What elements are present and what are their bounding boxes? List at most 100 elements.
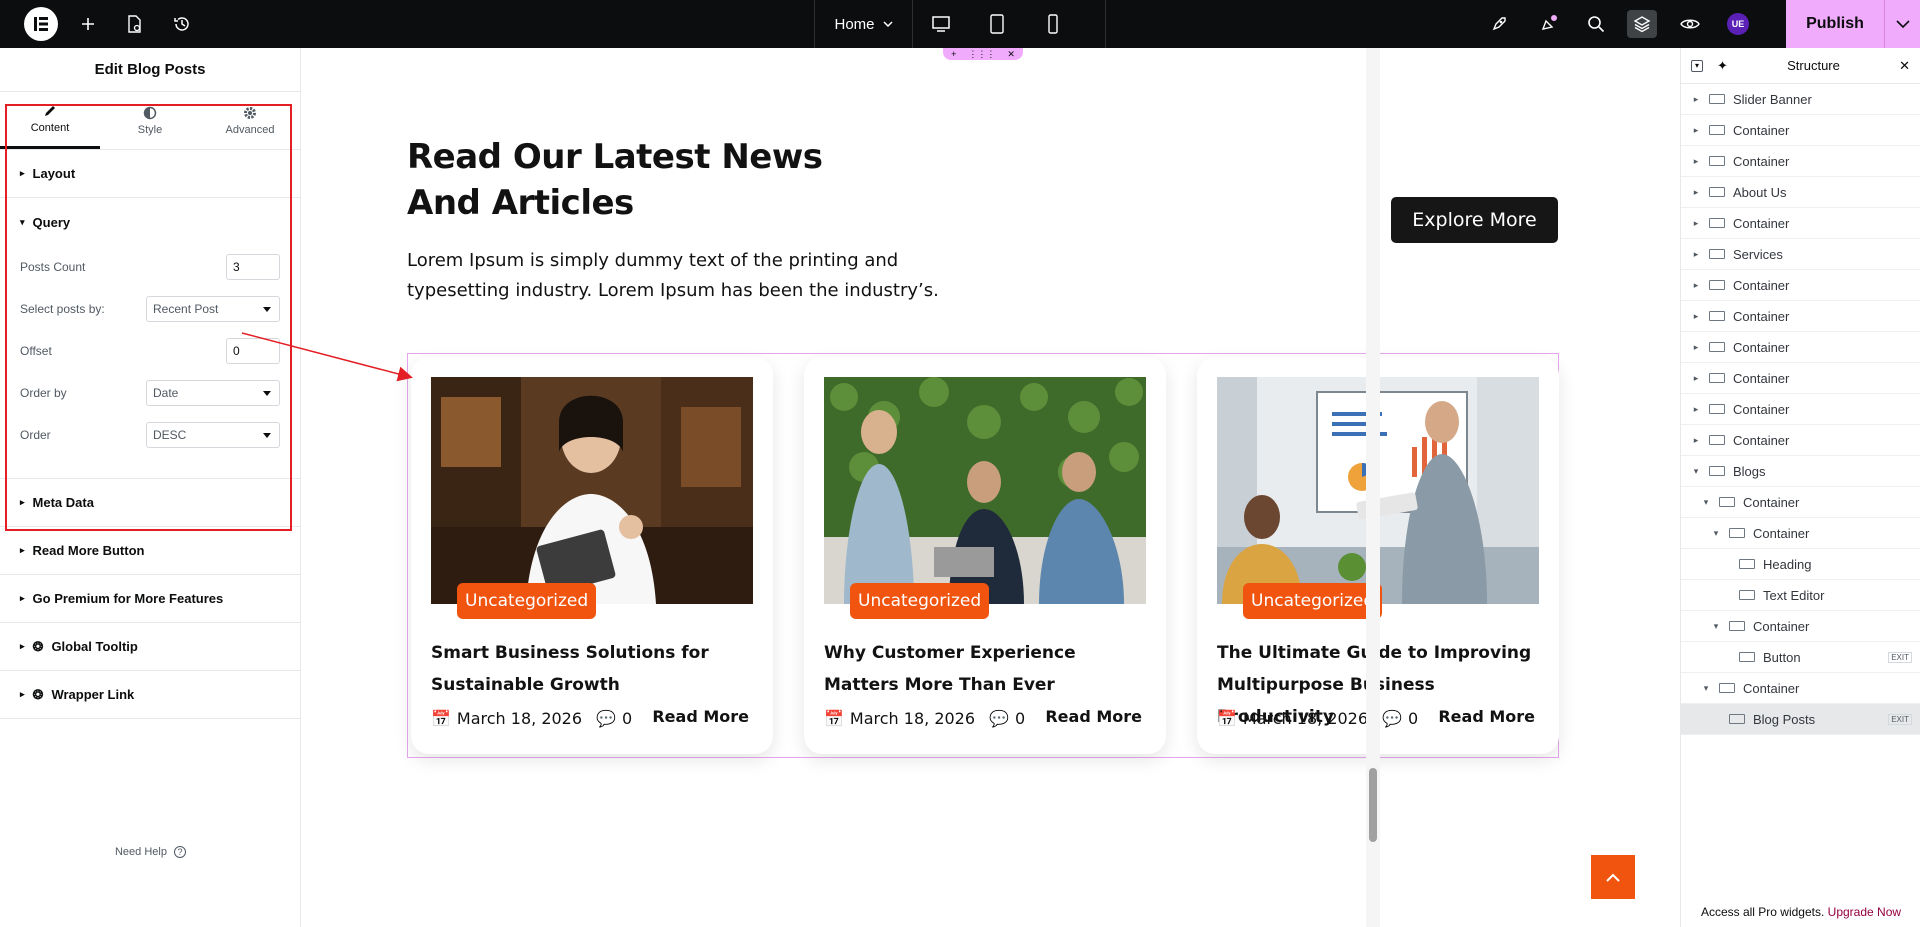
caret-right-icon[interactable]: ▸ — [1691, 156, 1701, 167]
offset-input[interactable]: 0 — [226, 338, 280, 364]
tab-advanced[interactable]: Advanced — [200, 92, 300, 149]
category-badge[interactable]: Uncategorized — [850, 583, 990, 619]
page-selector[interactable]: Home — [815, 0, 913, 48]
caret-right-icon[interactable]: ▸ — [1691, 280, 1701, 291]
exit-badge[interactable]: EXIT — [1888, 713, 1912, 725]
caret-down-icon[interactable]: ▾ — [1711, 528, 1721, 539]
scrollbar-thumb[interactable] — [1369, 768, 1377, 842]
read-more-link[interactable]: Read More — [652, 707, 749, 726]
structure-tree-item[interactable]: Blog Posts EXIT — [1681, 704, 1920, 735]
structure-tree-item[interactable]: ▾ Blogs — [1681, 456, 1920, 487]
history-icon[interactable] — [170, 12, 194, 36]
mobile-view-icon[interactable] — [1025, 0, 1081, 48]
caret-right-icon[interactable]: ▸ — [1691, 311, 1701, 322]
preview-eye-icon[interactable] — [1675, 10, 1705, 38]
structure-tree-item[interactable]: ▸ Container — [1681, 332, 1920, 363]
posts-count-input[interactable]: 3 — [226, 254, 280, 280]
tablet-view-icon[interactable] — [969, 0, 1025, 48]
structure-tree-item[interactable]: ▾ Container — [1681, 518, 1920, 549]
caret-right-icon[interactable]: ▸ — [1691, 373, 1701, 384]
section-global-tooltip[interactable]: ▸ ❂ Global Tooltip — [0, 623, 300, 671]
structure-tree-item[interactable]: ▸ Services — [1681, 239, 1920, 270]
structure-tree-item[interactable]: ▸ Container — [1681, 146, 1920, 177]
container-icon — [1709, 249, 1725, 259]
post-image[interactable] — [824, 377, 1146, 604]
drag-dots-icon[interactable]: ⋮⋮⋮ — [968, 49, 995, 60]
section-read-more-button[interactable]: ▸ Read More Button — [0, 527, 300, 575]
structure-tree-item[interactable]: ▸ Container — [1681, 301, 1920, 332]
section-query[interactable]: ▾ Query — [0, 198, 300, 246]
section-go-premium[interactable]: ▸ Go Premium for More Features — [0, 575, 300, 623]
notifications-icon[interactable] — [1534, 10, 1564, 38]
caret-right-icon[interactable]: ▸ — [1691, 187, 1701, 198]
explore-more-button[interactable]: Explore More — [1391, 197, 1558, 243]
close-icon[interactable]: ✕ — [1007, 49, 1015, 60]
read-more-link[interactable]: Read More — [1438, 707, 1535, 726]
section-handle[interactable]: + ⋮⋮⋮ ✕ — [943, 48, 1023, 60]
section-wrapper-link[interactable]: ▸ ❂ Wrapper Link — [0, 671, 300, 719]
caret-down-icon[interactable]: ▾ — [1711, 621, 1721, 632]
caret-right-icon[interactable]: ▸ — [1691, 435, 1701, 446]
structure-tree-item[interactable]: ▾ Container — [1681, 611, 1920, 642]
section-layout[interactable]: ▸ Layout — [0, 150, 300, 198]
structure-tree-item[interactable]: ▸ Container — [1681, 208, 1920, 239]
collapse-all-icon[interactable]: ▾ — [1691, 59, 1703, 72]
scroll-to-top-button[interactable] — [1591, 855, 1635, 899]
caret-down-icon[interactable]: ▾ — [1701, 683, 1711, 694]
blog-card[interactable]: Uncategorized Smart Business Solutions f… — [411, 357, 773, 754]
caret-right-icon[interactable]: ▸ — [1691, 125, 1701, 136]
read-more-link[interactable]: Read More — [1045, 707, 1142, 726]
need-help-link[interactable]: Need Help ? — [0, 846, 301, 858]
canvas-scrollbar[interactable] — [1366, 48, 1380, 927]
structure-tree-item[interactable]: ▸ Slider Banner — [1681, 84, 1920, 115]
caret-down-icon[interactable]: ▾ — [1701, 497, 1711, 508]
tab-style[interactable]: Style — [100, 92, 200, 149]
caret-right-icon[interactable]: ▸ — [1691, 249, 1701, 260]
structure-tree-item[interactable]: ▸ About Us — [1681, 177, 1920, 208]
desktop-view-icon[interactable] — [913, 0, 969, 48]
publish-options-chevron-icon[interactable] — [1885, 20, 1920, 28]
category-badge[interactable]: Uncategorized — [457, 583, 597, 619]
select-posts-by-dropdown[interactable]: Recent Post — [146, 296, 280, 322]
caret-right-icon[interactable]: ▸ — [1691, 404, 1701, 415]
elementor-logo-icon[interactable] — [24, 7, 58, 41]
caret-right-icon[interactable]: ▸ — [1691, 342, 1701, 353]
order-by-dropdown[interactable]: Date — [146, 380, 280, 406]
user-avatar[interactable]: UE — [1723, 10, 1753, 38]
search-icon[interactable] — [1581, 10, 1611, 38]
structure-tree-item[interactable]: ▸ Container — [1681, 115, 1920, 146]
rocket-icon[interactable] — [1484, 10, 1514, 38]
post-title[interactable]: Why Customer Experience Matters More Tha… — [824, 637, 1154, 701]
exit-badge[interactable]: EXIT — [1888, 651, 1912, 663]
close-icon[interactable]: ✕ — [1899, 58, 1910, 74]
publish-button[interactable]: Publish — [1786, 15, 1884, 33]
structure-tree-item[interactable]: ▾ Container — [1681, 673, 1920, 704]
structure-tree-item[interactable]: ▸ Container — [1681, 363, 1920, 394]
category-badge[interactable]: Uncategorized — [1243, 583, 1383, 619]
post-image[interactable] — [431, 377, 753, 604]
structure-tree-item[interactable]: Heading — [1681, 549, 1920, 580]
magic-icon[interactable]: ✦ — [1717, 58, 1728, 74]
structure-tree-item[interactable]: ▾ Container — [1681, 487, 1920, 518]
blog-card[interactable]: Uncategorized Why Customer Experience Ma… — [804, 357, 1166, 754]
structure-tree-item[interactable]: ▸ Container — [1681, 425, 1920, 456]
blog-heading[interactable]: Read Our Latest News And Articles — [407, 134, 907, 226]
caret-down-icon[interactable]: ▾ — [1691, 466, 1701, 477]
add-icon[interactable]: + — [951, 49, 956, 59]
structure-tree-item[interactable]: ▸ Container — [1681, 270, 1920, 301]
upgrade-now-link[interactable]: Upgrade Now — [1828, 905, 1901, 919]
structure-tree-item[interactable]: Text Editor — [1681, 580, 1920, 611]
post-title[interactable]: Smart Business Solutions for Sustainable… — [431, 637, 761, 701]
layers-icon[interactable] — [1627, 10, 1657, 38]
blog-lead-text[interactable]: Lorem Ipsum is simply dummy text of the … — [407, 246, 967, 306]
structure-tree-item[interactable]: ▸ Container — [1681, 394, 1920, 425]
structure-tree-item[interactable]: Button EXIT — [1681, 642, 1920, 673]
tab-content[interactable]: Content — [0, 92, 100, 149]
caret-right-icon[interactable]: ▸ — [1691, 218, 1701, 229]
caret-right-icon[interactable]: ▸ — [1691, 94, 1701, 105]
blog-posts-widget[interactable]: Uncategorized Smart Business Solutions f… — [407, 353, 1559, 758]
order-dropdown[interactable]: DESC — [146, 422, 280, 448]
add-element-icon[interactable] — [76, 12, 100, 36]
section-meta-data[interactable]: ▸ Meta Data — [0, 479, 300, 527]
page-settings-icon[interactable] — [122, 12, 146, 36]
